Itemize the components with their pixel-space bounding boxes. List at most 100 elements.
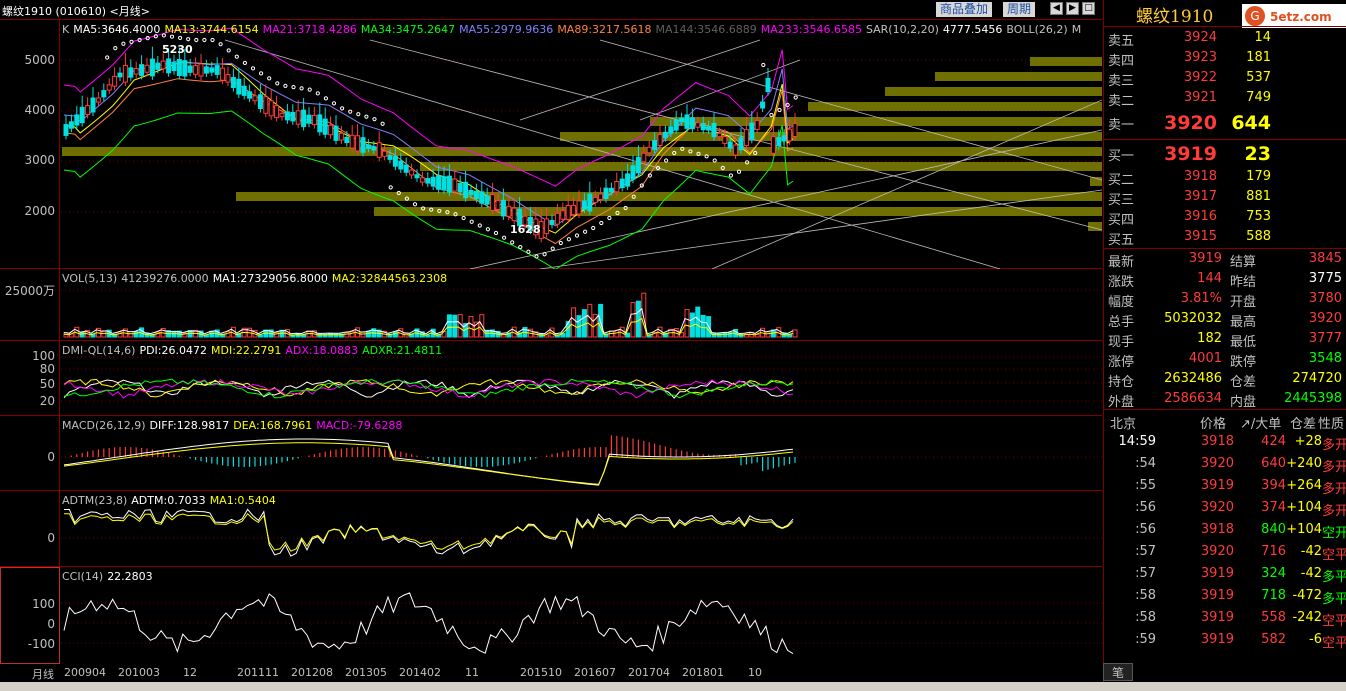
candle-body	[182, 60, 188, 77]
sar-dot	[275, 81, 280, 86]
tick-row[interactable]: :57 3919 324 -42 多平	[1104, 563, 1346, 585]
sar-dot	[793, 95, 798, 100]
tick-row[interactable]: :54 3920 640 +240 多开	[1104, 453, 1346, 475]
kline-plot[interactable]	[0, 20, 1102, 269]
stat-key: 总手	[1108, 315, 1135, 330]
candle-body	[176, 59, 182, 76]
kline-panel[interactable]: 5000 4000 3000 2000 K MA5:3646.4000 MA13:3…	[0, 20, 1102, 269]
cci-plot[interactable]	[0, 567, 1102, 664]
tick-row[interactable]: :56 3918 840 +104 空开	[1104, 519, 1346, 541]
sell-level-row[interactable]: 卖三 3922 537	[1104, 68, 1346, 89]
sell-level-label: 卖一	[1108, 118, 1135, 133]
candle-body	[760, 101, 766, 109]
sar-dot	[105, 55, 110, 60]
volume-bar	[209, 330, 215, 338]
period-button[interactable]: 周期	[1003, 2, 1036, 17]
candle-body	[133, 67, 139, 75]
tick-row[interactable]: 14:59 3918 424 +28 多开	[1104, 431, 1346, 453]
tick-price: 3919	[1200, 478, 1234, 493]
sar-dot	[510, 240, 515, 245]
volume-panel[interactable]: 25000万 VOL(5,13) 41239276.0000 MA1:2732905…	[0, 269, 1102, 341]
candle-body	[571, 204, 577, 216]
scroll-right-icon[interactable]: ▶	[1066, 2, 1079, 15]
tick-table-header: 北京 价格 ↗/大单 仓差 性质	[1104, 411, 1346, 432]
volume-bar	[684, 308, 690, 338]
candle-body	[635, 156, 641, 174]
candle-body	[754, 120, 760, 130]
symbol-name: 螺纹1910	[1136, 7, 1214, 27]
macd-panel[interactable]: 0 MACD(26,12,9) DIFF:128.9817 DEA:168.7961…	[0, 416, 1102, 491]
candle-body	[155, 62, 161, 70]
tick-volume: 582	[1261, 632, 1286, 647]
commodity-overlay-button[interactable]: 商品叠加	[936, 2, 993, 17]
adtm-panel[interactable]: 0 ADTM(23,8) ADTM:0.7033 MA1:0.5404	[0, 491, 1102, 567]
stat-value: 2632486	[1164, 371, 1222, 386]
buy-level-volume: 881	[1246, 189, 1271, 204]
volume-bar	[695, 306, 701, 338]
candle-body	[268, 100, 274, 117]
tick-header-type: 性质	[1318, 417, 1345, 432]
indicator-value: ADXR:21.4811	[362, 344, 443, 357]
tick-type: 多开	[1321, 482, 1346, 497]
candle-body	[241, 85, 247, 96]
sar-dot	[493, 230, 499, 236]
stat-key: 仓差	[1230, 375, 1257, 390]
buy-level-row[interactable]: 买三 3917 881	[1104, 187, 1346, 208]
stat-key: 内盘	[1230, 395, 1257, 410]
sell-level-row[interactable]: 卖四 3923 181	[1104, 48, 1346, 69]
dmi-panel[interactable]: 100 80 50 20 DMI-QL(14,6) PDI:26.0472 MDI:…	[0, 341, 1102, 416]
sar-dot	[469, 219, 474, 224]
candle-body	[787, 128, 793, 142]
scroll-left-icon[interactable]: ◀	[1050, 2, 1063, 15]
candle-body	[409, 169, 415, 176]
tick-row[interactable]: :58 3919 558 -242 空平	[1104, 607, 1346, 629]
sar-dot	[307, 87, 312, 92]
indicator-value: MACD(26,12,9)	[62, 419, 146, 432]
volume-bar	[446, 314, 452, 338]
buy-level-row[interactable]: 买二 3918 179	[1104, 167, 1346, 188]
candle-body	[230, 77, 236, 88]
candle-body	[770, 136, 776, 154]
divider	[1104, 26, 1346, 27]
volume-bar	[117, 331, 123, 338]
buy-level-row[interactable]: 买五 3915 588	[1104, 227, 1346, 248]
tick-row[interactable]: :58 3919 718 -472 多平	[1104, 585, 1346, 607]
sell-level-row[interactable]: 卖五 3924 14	[1104, 28, 1346, 49]
candle-body	[722, 136, 728, 144]
tick-tab[interactable]: 笔	[1103, 663, 1133, 681]
sell-level-row[interactable]: 卖一 3920 644	[1104, 112, 1346, 134]
tick-row[interactable]: :55 3919 394 +264 多开	[1104, 475, 1346, 497]
sar-dot	[502, 235, 507, 240]
candle-body	[598, 193, 604, 200]
stat-row: 外盘 2586634 内盘 2445398	[1104, 389, 1346, 410]
candle-body	[122, 64, 128, 83]
candle-body	[646, 146, 652, 154]
buy-level-row[interactable]: 买四 3916 753	[1104, 207, 1346, 228]
tick-row[interactable]: :59 3919 582 -6 空平	[1104, 629, 1346, 651]
stat-value: 274720	[1292, 371, 1342, 386]
zoom-toggle-icon[interactable]: □	[1082, 2, 1095, 15]
chart-area[interactable]: 螺纹1910 (010610) <月线> 商品叠加 周期 ◀ ▶ □ 5000 …	[0, 0, 1102, 691]
tick-row[interactable]: :56 3920 374 +104 多开	[1104, 497, 1346, 519]
candle-body	[193, 65, 199, 75]
stat-key: 昨结	[1230, 275, 1257, 290]
sar-dot	[340, 106, 345, 111]
sar-dot	[412, 202, 418, 207]
candle-body	[581, 200, 587, 210]
quote-panel[interactable]: 螺纹1910 G 5etz.com 卖五 3924 14 卖四 3923 181 卖三 392…	[1103, 0, 1346, 682]
stat-value: 3777	[1308, 331, 1342, 346]
candle-body	[74, 114, 80, 126]
sar-dot	[299, 86, 304, 91]
tick-oi-change: -242	[1292, 610, 1322, 625]
sar-dot	[323, 96, 328, 101]
time-tick: 201704	[628, 666, 670, 679]
cci-panel[interactable]: 100 0 -100 CCI(14) 22.2803	[0, 567, 1102, 664]
tick-row[interactable]: :57 3920 716 -42 空平	[1104, 541, 1346, 563]
candle-body	[743, 128, 749, 147]
candle-body	[500, 199, 506, 217]
buy-level-volume: 179	[1246, 169, 1271, 184]
indicator-value: ADX:18.0883	[285, 344, 359, 357]
candle-body	[322, 118, 328, 135]
sell-level-row[interactable]: 卖二 3921 749	[1104, 88, 1346, 109]
buy-level-row[interactable]: 买一 3919 23	[1104, 143, 1346, 165]
